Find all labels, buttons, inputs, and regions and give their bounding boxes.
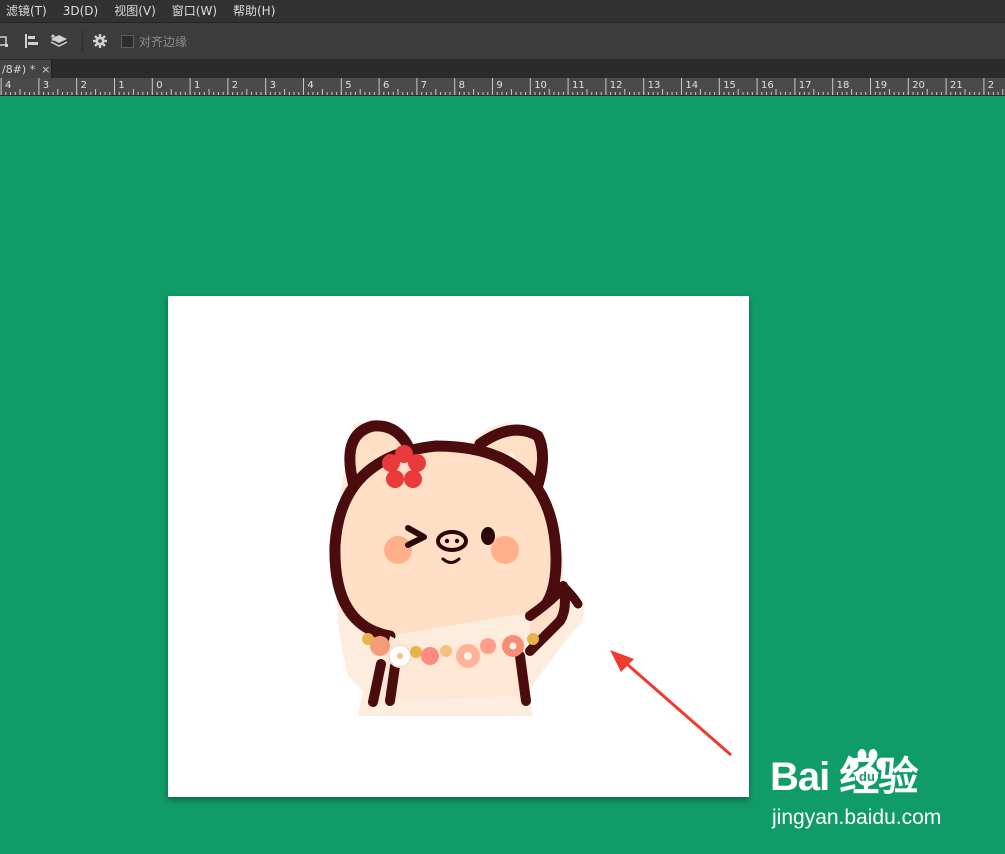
- ruler-label: 5: [345, 80, 351, 91]
- ruler-label: 1: [194, 80, 200, 91]
- ruler-label: 15: [723, 80, 736, 91]
- ruler-label: 1: [118, 80, 124, 91]
- baidu-watermark: Bai 经验 du jingyan.baidu.com: [770, 744, 970, 834]
- ruler-label: 4: [5, 80, 11, 91]
- ruler-ticks: 4 3 2 1 0 1 2 3 4 5 6 7 8 9 10 11 12 13 14 15 16 17 18 19 20 21 2: [0, 78, 1004, 95]
- ruler-label: 6: [383, 80, 389, 91]
- gear-icon[interactable]: [89, 30, 111, 52]
- ruler-label: 21: [950, 80, 963, 91]
- align-icon[interactable]: [20, 30, 42, 52]
- ruler-label: 10: [534, 80, 547, 91]
- options-separator: [82, 30, 83, 52]
- ruler-label: 20: [912, 80, 925, 91]
- align-edges-checkbox[interactable]: [121, 34, 134, 48]
- horizontal-ruler: 4 3 2 1 0 1 2 3 4 5 6 7 8 9 10 11 12 13 14 15 16 17 18 19 20 21 2: [0, 78, 1005, 96]
- options-bar: 对齐边缘: [0, 23, 1005, 60]
- ruler-label: 19: [874, 80, 887, 91]
- ruler-label: 7: [421, 80, 427, 91]
- ruler-label: 17: [799, 80, 812, 91]
- ruler-label: 11: [572, 80, 585, 91]
- menu-help[interactable]: 帮助(H): [225, 0, 283, 22]
- ruler-label: 3: [270, 80, 276, 91]
- ruler-label: 2: [232, 80, 238, 91]
- menu-view[interactable]: 视图(V): [106, 0, 164, 22]
- menu-3d[interactable]: 3D(D): [55, 0, 106, 22]
- pig-character-image: [329, 420, 585, 716]
- ruler-label: 9: [496, 80, 502, 91]
- menu-window[interactable]: 窗口(W): [164, 0, 225, 22]
- document-tab-bar: /8#) * ×: [0, 60, 1005, 78]
- ruler-label: 4: [307, 80, 313, 91]
- document-tab[interactable]: /8#) * ×: [0, 60, 52, 78]
- arrange-layers-icon[interactable]: [48, 30, 70, 52]
- watermark-url: jingyan.baidu.com: [772, 806, 942, 829]
- document-canvas[interactable]: [168, 296, 749, 797]
- ruler-label: 0: [156, 80, 162, 91]
- align-edges-label: 对齐边缘: [139, 34, 188, 49]
- ruler-label: 2: [988, 80, 994, 91]
- menu-bar: 滤镜(T) 3D(D) 视图(V) 窗口(W) 帮助(H): [0, 0, 1005, 23]
- ruler-label: 16: [761, 80, 774, 91]
- svg-text:du: du: [859, 769, 875, 784]
- ruler-label: 12: [610, 80, 623, 91]
- ruler-label: 3: [43, 80, 49, 91]
- ruler-label: 18: [837, 80, 850, 91]
- transform-icon[interactable]: [0, 30, 14, 52]
- ruler-label: 8: [459, 80, 465, 91]
- document-tab-title: /8#) *: [2, 62, 36, 76]
- close-icon[interactable]: ×: [41, 63, 50, 76]
- ruler-label: 2: [81, 80, 87, 91]
- menu-filter[interactable]: 滤镜(T): [0, 0, 55, 22]
- paw-icon: du: [849, 749, 886, 786]
- ruler-label: 14: [685, 80, 698, 91]
- ruler-label: 13: [648, 80, 661, 91]
